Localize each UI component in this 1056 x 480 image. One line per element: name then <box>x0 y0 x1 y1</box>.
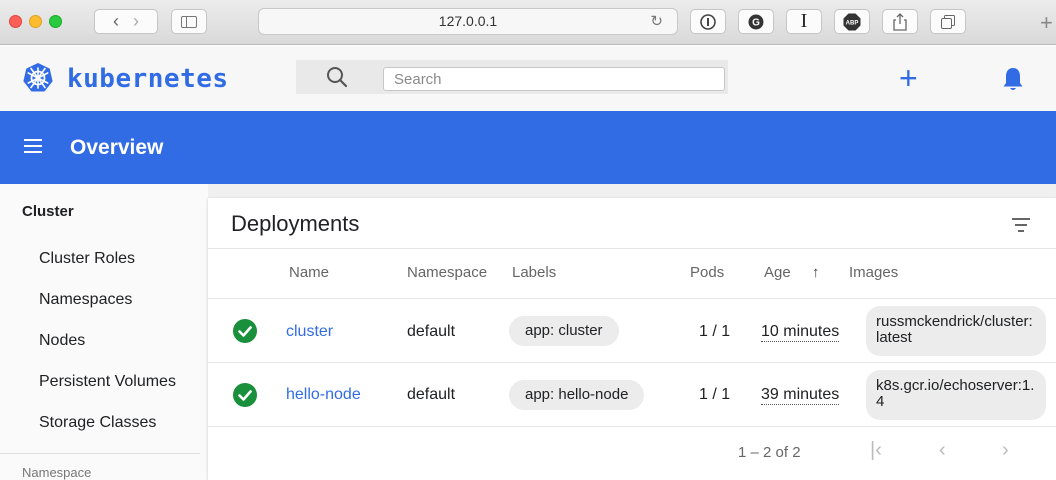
search-bar <box>296 60 728 94</box>
instapaper-icon: I <box>800 10 808 32</box>
sidebar-divider <box>0 453 200 454</box>
create-resource-button[interactable]: + <box>899 62 918 94</box>
age-cell: 10 minutes <box>761 323 840 342</box>
sidebar-item-cluster-roles[interactable]: Cluster Roles <box>39 250 135 268</box>
app-header: kubernetes + <box>0 46 1056 111</box>
previous-page-icon[interactable]: ‹ <box>939 440 946 460</box>
image-chip: k8s.gcr.io/echoserver:1.4 <box>866 370 1046 420</box>
filter-icon[interactable] <box>1012 218 1030 232</box>
column-header-age[interactable]: Age <box>764 264 791 281</box>
sidebar-toggle-button[interactable] <box>171 9 207 34</box>
page-toolbar: Overview <box>0 111 1056 184</box>
divider <box>208 248 1056 249</box>
share-icon <box>893 12 907 31</box>
minimize-window-button[interactable] <box>29 15 42 28</box>
image-chip: russmckendrick/cluster:latest <box>866 306 1046 356</box>
browser-toolbar: ‹ › 127.0.0.1 ↻ G I ABP + <box>0 0 1056 45</box>
grammarly-extension-button[interactable]: G <box>738 9 774 34</box>
namespace-cell: default <box>407 386 456 403</box>
namespace-cell: default <box>407 323 456 340</box>
age-cell: 39 minutes <box>761 386 840 405</box>
close-window-button[interactable] <box>9 15 22 28</box>
divider <box>208 426 1056 427</box>
column-header-pods[interactable]: Pods <box>690 264 724 281</box>
adblock-icon: ABP <box>843 13 861 30</box>
status-ok-icon <box>233 383 257 407</box>
search-input[interactable] <box>383 67 725 91</box>
url-text: 127.0.0.1 <box>438 13 498 29</box>
divider <box>208 298 1056 299</box>
sidebar-item-storage-classes[interactable]: Storage Classes <box>39 414 156 432</box>
svg-text:G: G <box>752 17 760 28</box>
forward-icon[interactable]: › <box>133 11 139 32</box>
label-chip: app: hello-node <box>509 380 645 410</box>
deployment-name-link[interactable]: cluster <box>286 323 333 341</box>
grammarly-icon: G <box>748 14 764 29</box>
tab-overview-button[interactable] <box>930 9 966 34</box>
adblock-extension-button[interactable]: ABP <box>834 9 870 34</box>
column-header-name[interactable]: Name <box>289 264 329 281</box>
tabs-icon <box>941 14 955 29</box>
first-page-icon[interactable]: |‹ <box>870 440 882 460</box>
divider <box>208 362 1056 363</box>
reload-icon[interactable]: ↻ <box>650 9 663 34</box>
sidebar-nav: Cluster Cluster Roles Namespaces Nodes P… <box>0 184 208 480</box>
plus-icon: + <box>899 60 918 96</box>
brand-name[interactable]: kubernetes <box>67 64 229 94</box>
label-chip: app: cluster <box>509 316 619 346</box>
pagination-range: 1 – 2 of 2 <box>738 444 801 461</box>
status-ok-icon <box>233 319 257 343</box>
sidebar-item-nodes[interactable]: Nodes <box>39 332 85 350</box>
sidebar-icon <box>181 15 197 28</box>
new-tab-icon[interactable]: + <box>1040 10 1053 36</box>
column-header-images: Images <box>849 264 899 281</box>
back-forward-buttons: ‹ › <box>94 9 158 34</box>
zoom-window-button[interactable] <box>49 15 62 28</box>
address-bar[interactable]: 127.0.0.1 ↻ <box>258 8 678 35</box>
instapaper-extension-button[interactable]: I <box>786 9 822 34</box>
back-icon[interactable]: ‹ <box>113 11 119 32</box>
card-title: Deployments <box>231 211 360 236</box>
pods-cell: 1 / 1 <box>699 323 731 340</box>
page-title[interactable]: Overview <box>70 136 163 160</box>
deployments-card: Deployments Name Namespace Labels Pods A… <box>208 198 1056 480</box>
search-icon <box>327 67 348 88</box>
sidebar-section-namespace: Namespace <box>22 465 92 480</box>
share-button[interactable] <box>882 9 918 34</box>
deployment-name-link[interactable]: hello-node <box>286 386 361 404</box>
sidebar-section-cluster[interactable]: Cluster <box>22 203 74 220</box>
sort-ascending-icon[interactable]: ↑ <box>812 264 820 281</box>
onepassword-icon <box>700 13 716 30</box>
column-header-labels: Labels <box>512 264 557 281</box>
column-header-namespace[interactable]: Namespace <box>407 264 487 281</box>
sidebar-item-namespaces[interactable]: Namespaces <box>39 291 132 309</box>
hamburger-menu-icon[interactable] <box>24 139 42 153</box>
kubernetes-logo-icon[interactable] <box>22 62 54 94</box>
next-page-icon[interactable]: › <box>1002 440 1009 460</box>
sidebar-item-persistent-volumes[interactable]: Persistent Volumes <box>39 373 176 391</box>
onepassword-extension-button[interactable] <box>690 9 726 34</box>
main-content: Deployments Name Namespace Labels Pods A… <box>208 184 1056 480</box>
pods-cell: 1 / 1 <box>699 386 731 403</box>
svg-text:ABP: ABP <box>846 20 859 26</box>
notifications-bell-icon[interactable] <box>1000 66 1026 92</box>
